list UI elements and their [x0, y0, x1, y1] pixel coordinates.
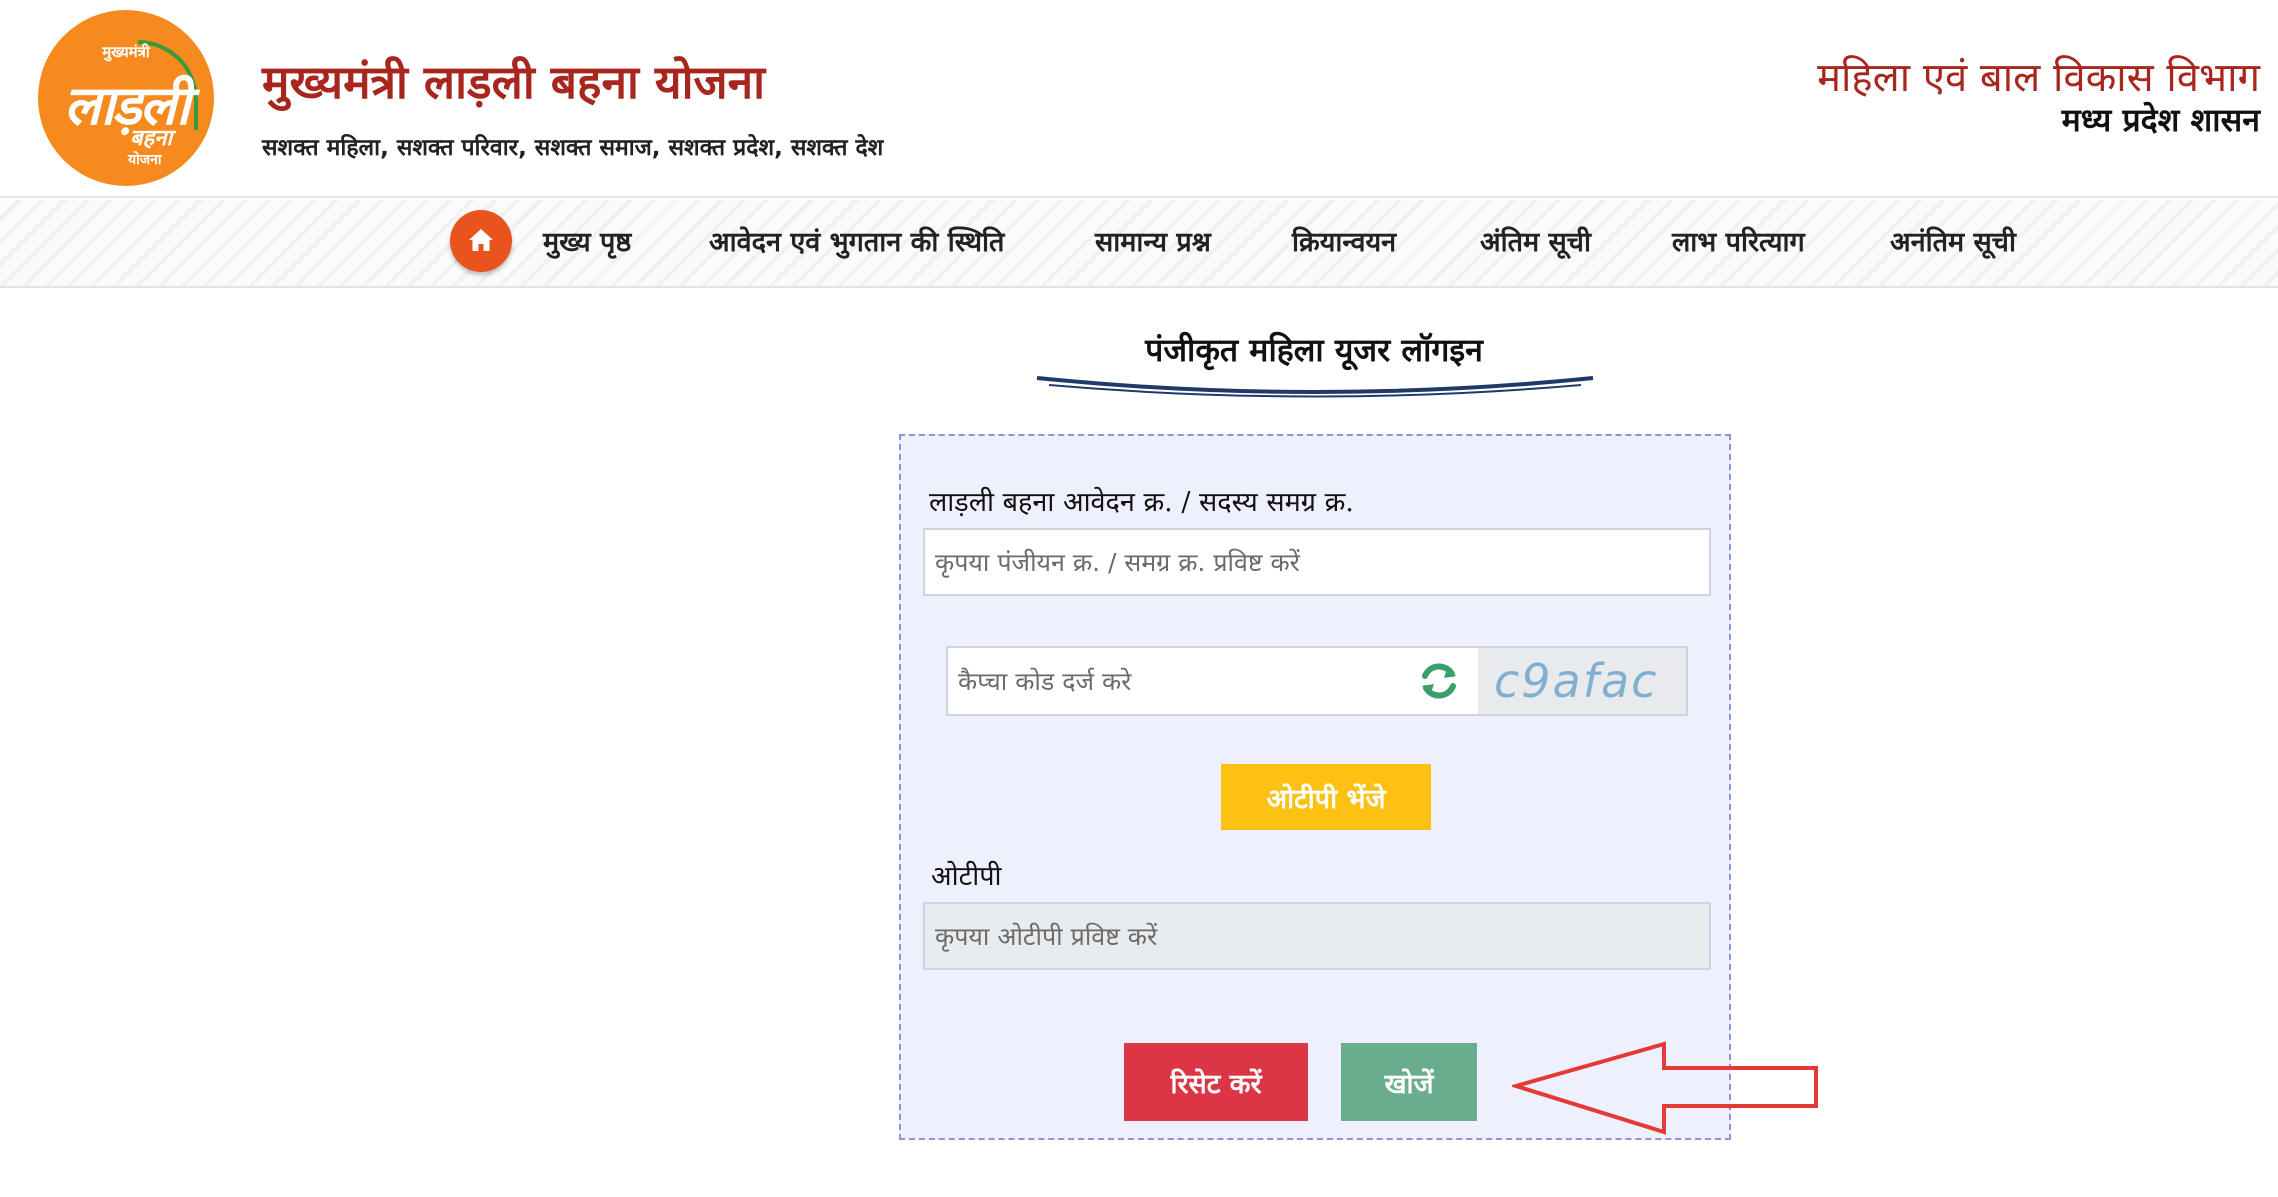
login-form-panel: लाड़ली बहना आवेदन क्र. / सदस्य समग्र क्र…: [899, 434, 1731, 1140]
captcha-input[interactable]: [948, 648, 1408, 714]
nav-item-implementation[interactable]: क्रियान्वयन: [1292, 222, 1396, 259]
otp-input[interactable]: [923, 902, 1711, 970]
site-tagline: सशक्त महिला, सशक्त परिवार, सशक्त समाज, स…: [262, 135, 884, 161]
ladli-behna-logo[interactable]: मुख्यमंत्री लाड़ली बहना योजना: [38, 10, 214, 186]
search-button[interactable]: खोजें: [1341, 1043, 1477, 1121]
registration-number-label: लाड़ली बहना आवेदन क्र. / सदस्य समग्र क्र…: [929, 487, 1354, 518]
nav-item-benefit-relinquish[interactable]: लाभ परित्याग: [1672, 222, 1805, 259]
captcha-code-text: c9afac: [1494, 654, 1659, 708]
captcha-group: c9afac: [946, 646, 1688, 716]
logo-main-text: लाड़ली: [63, 73, 190, 137]
annotation-arrow: [1512, 1041, 1818, 1135]
captcha-refresh-icon[interactable]: [1414, 658, 1464, 704]
nav-item-final-list[interactable]: अंतिम सूची: [1480, 222, 1591, 259]
registration-number-input[interactable]: [923, 528, 1711, 596]
department-name: महिला एवं बाल विकास विभाग: [1817, 55, 2260, 101]
home-icon: [469, 229, 493, 251]
government-name: मध्य प्रदेश शासन: [2061, 101, 2260, 139]
reset-button[interactable]: रिसेट करें: [1124, 1043, 1308, 1121]
otp-label: ओटीपी: [931, 861, 1002, 892]
nav-item-application-payment-status[interactable]: आवेदन एवं भुगतान की स्थिति: [709, 222, 1004, 259]
site-title: मुख्यमंत्री लाड़ली बहना योजना: [262, 55, 766, 109]
logo-sub-text-1: बहना: [130, 126, 173, 151]
title-underline-decoration: [1036, 376, 1594, 398]
logo-sub-text-2: योजना: [128, 152, 162, 168]
logo-top-text: मुख्यमंत्री: [102, 43, 150, 61]
nav-item-provisional-list[interactable]: अनंतिम सूची: [1890, 222, 2016, 259]
main-navigation: मुख्य पृष्ठ आवेदन एवं भुगतान की स्थिति स…: [0, 200, 2278, 288]
nav-item-faq[interactable]: सामान्य प्रश्न: [1095, 222, 1211, 259]
login-form-title: पंजीकृत महिला यूजर लॉगइन: [1145, 331, 1483, 369]
captcha-image: c9afac: [1478, 648, 1686, 714]
send-otp-button[interactable]: ओटीपी भेंजे: [1221, 764, 1431, 830]
nav-item-home[interactable]: मुख्य पृष्ठ: [543, 222, 631, 259]
site-header: मुख्यमंत्री लाड़ली बहना योजना मुख्यमंत्र…: [0, 0, 2278, 198]
home-button[interactable]: [450, 210, 512, 272]
